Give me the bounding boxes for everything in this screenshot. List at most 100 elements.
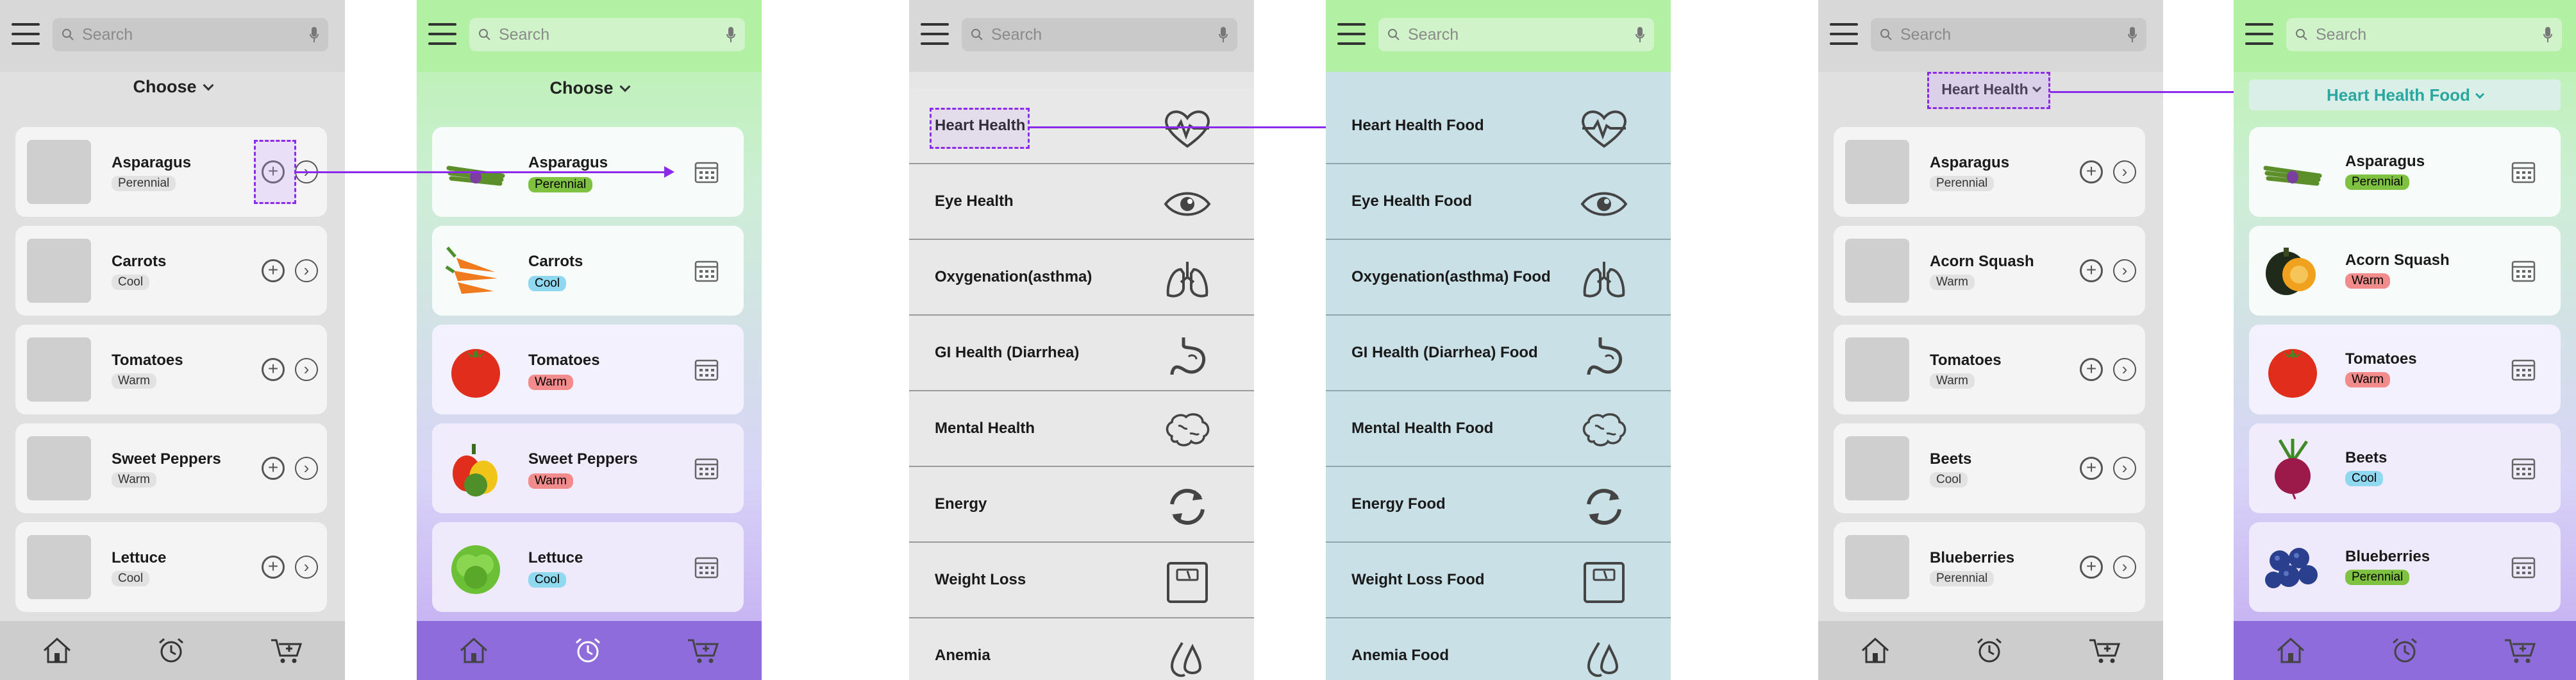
calendar-icon[interactable]: [694, 159, 719, 185]
menu-item-heart-health-food[interactable]: Heart Health Food: [1326, 89, 1671, 164]
calendar-icon[interactable]: [694, 357, 719, 382]
alarm-icon[interactable]: [1974, 636, 2005, 665]
cart-icon[interactable]: [687, 636, 720, 665]
microphone-icon[interactable]: [726, 26, 736, 43]
menu-item-energy-food[interactable]: Energy Food: [1326, 467, 1671, 543]
menu-item-weight-loss[interactable]: Weight Loss: [909, 543, 1254, 618]
search-input[interactable]: Search: [469, 18, 745, 51]
cart-icon[interactable]: [2504, 636, 2537, 665]
calendar-icon[interactable]: [2511, 159, 2536, 185]
list-item[interactable]: Beets Cool + ›: [1834, 423, 2145, 513]
microphone-icon[interactable]: [1218, 26, 1228, 43]
menu-icon[interactable]: [1337, 23, 1366, 45]
menu-item-energy[interactable]: Energy: [909, 467, 1254, 543]
list-item[interactable]: Sweet Peppers Warm + ›: [15, 423, 327, 513]
menu-icon[interactable]: [12, 23, 40, 45]
add-icon[interactable]: +: [262, 556, 285, 579]
search-input[interactable]: Search: [53, 18, 328, 51]
scale-icon: [1167, 562, 1208, 603]
menu-icon[interactable]: [1830, 23, 1858, 45]
calendar-icon[interactable]: [694, 554, 719, 580]
chevron-right-icon[interactable]: ›: [295, 259, 318, 282]
cart-icon[interactable]: [270, 636, 303, 665]
menu-item-eye-health-food[interactable]: Eye Health Food: [1326, 164, 1671, 240]
calendar-icon[interactable]: [2511, 554, 2536, 580]
list-item[interactable]: Blueberries Perennial: [2249, 522, 2561, 612]
search-icon: [2296, 29, 2307, 40]
chevron-right-icon[interactable]: ›: [295, 457, 318, 480]
menu-icon[interactable]: [921, 23, 949, 45]
list-item[interactable]: Lettuce Cool + ›: [15, 522, 327, 612]
menu-item-gi-health[interactable]: GI Health (Diarrhea): [909, 316, 1254, 391]
list-item[interactable]: Tomatoes Warm + ›: [15, 325, 327, 414]
phone-screen-wireframe-choose: Search Choose Asparagus Perennial + › Ca…: [0, 0, 345, 680]
search-input[interactable]: Search: [2286, 18, 2562, 51]
add-icon[interactable]: +: [262, 457, 285, 480]
list-item[interactable]: Acorn Squash Warm: [2249, 226, 2561, 316]
add-icon[interactable]: +: [2080, 358, 2103, 381]
chevron-right-icon[interactable]: ›: [295, 556, 318, 579]
menu-icon[interactable]: [428, 23, 456, 45]
list-item[interactable]: Asparagus Perennial + ›: [1834, 127, 2145, 217]
home-icon[interactable]: [2275, 636, 2306, 665]
drop-icon: [1587, 642, 1619, 677]
search-input[interactable]: Search: [962, 18, 1237, 51]
list-item[interactable]: Beets Cool: [2249, 423, 2561, 513]
list-item[interactable]: Tomatoes Warm: [432, 325, 744, 414]
cart-icon[interactable]: [2088, 636, 2121, 665]
chevron-right-icon[interactable]: ›: [2113, 358, 2136, 381]
menu-item-weight-loss-food[interactable]: Weight Loss Food: [1326, 543, 1671, 618]
calendar-icon[interactable]: [2511, 455, 2536, 481]
menu-item-oxygenation-food[interactable]: Oxygenation(asthma) Food: [1326, 240, 1671, 316]
calendar-icon[interactable]: [2511, 258, 2536, 284]
menu-item-oxygenation[interactable]: Oxygenation(asthma): [909, 240, 1254, 316]
search-input[interactable]: Search: [1871, 18, 2146, 51]
list-item[interactable]: Tomatoes Warm + ›: [1834, 325, 2145, 414]
chevron-right-icon[interactable]: ›: [2113, 259, 2136, 282]
chevron-right-icon[interactable]: ›: [295, 358, 318, 381]
item-name: Asparagus: [528, 154, 608, 171]
list-item[interactable]: Carrots Cool: [432, 226, 744, 316]
calendar-icon[interactable]: [2511, 357, 2536, 382]
calendar-icon[interactable]: [694, 455, 719, 481]
add-icon[interactable]: +: [2080, 556, 2103, 579]
chevron-right-icon[interactable]: ›: [2113, 457, 2136, 480]
alarm-icon[interactable]: [156, 636, 187, 665]
add-icon[interactable]: +: [262, 259, 285, 282]
calendar-icon[interactable]: [694, 258, 719, 284]
microphone-icon[interactable]: [2543, 26, 2553, 43]
chevron-right-icon[interactable]: ›: [2113, 160, 2136, 183]
list-item[interactable]: Tomatoes Warm: [2249, 325, 2561, 414]
microphone-icon[interactable]: [309, 26, 319, 43]
menu-icon[interactable]: [2245, 23, 2273, 45]
search-input[interactable]: Search: [1378, 18, 1654, 51]
home-icon[interactable]: [458, 636, 489, 665]
add-icon[interactable]: +: [2080, 160, 2103, 183]
menu-item-eye-health[interactable]: Eye Health: [909, 164, 1254, 240]
category-dropdown[interactable]: Choose: [0, 77, 345, 97]
item-name: Carrots: [528, 253, 583, 270]
alarm-icon[interactable]: [2389, 636, 2420, 665]
add-icon[interactable]: +: [262, 358, 285, 381]
add-icon[interactable]: +: [2080, 457, 2103, 480]
microphone-icon[interactable]: [2127, 26, 2137, 43]
list-item[interactable]: Asparagus Perennial: [2249, 127, 2561, 217]
menu-item-gi-health-food[interactable]: GI Health (Diarrhea) Food: [1326, 316, 1671, 391]
microphone-icon[interactable]: [1635, 26, 1645, 43]
list-item[interactable]: Blueberries Perennial + ›: [1834, 522, 2145, 612]
chevron-right-icon[interactable]: ›: [2113, 556, 2136, 579]
alarm-icon[interactable]: [573, 636, 603, 665]
home-icon[interactable]: [1860, 636, 1891, 665]
menu-item-anemia-food[interactable]: Anemia Food: [1326, 618, 1671, 680]
list-item[interactable]: Sweet Peppers Warm: [432, 423, 744, 513]
menu-item-mental-health-food[interactable]: Mental Health Food: [1326, 391, 1671, 467]
category-dropdown[interactable]: Choose: [417, 78, 762, 98]
menu-item-mental-health[interactable]: Mental Health: [909, 391, 1254, 467]
list-item[interactable]: Lettuce Cool: [432, 522, 744, 612]
menu-item-anemia[interactable]: Anemia: [909, 618, 1254, 680]
add-icon[interactable]: +: [2080, 259, 2103, 282]
list-item[interactable]: Acorn Squash Warm + ›: [1834, 226, 2145, 316]
category-dropdown[interactable]: Heart Health Food: [2249, 80, 2561, 110]
home-icon[interactable]: [42, 636, 72, 665]
list-item[interactable]: Carrots Cool + ›: [15, 226, 327, 316]
